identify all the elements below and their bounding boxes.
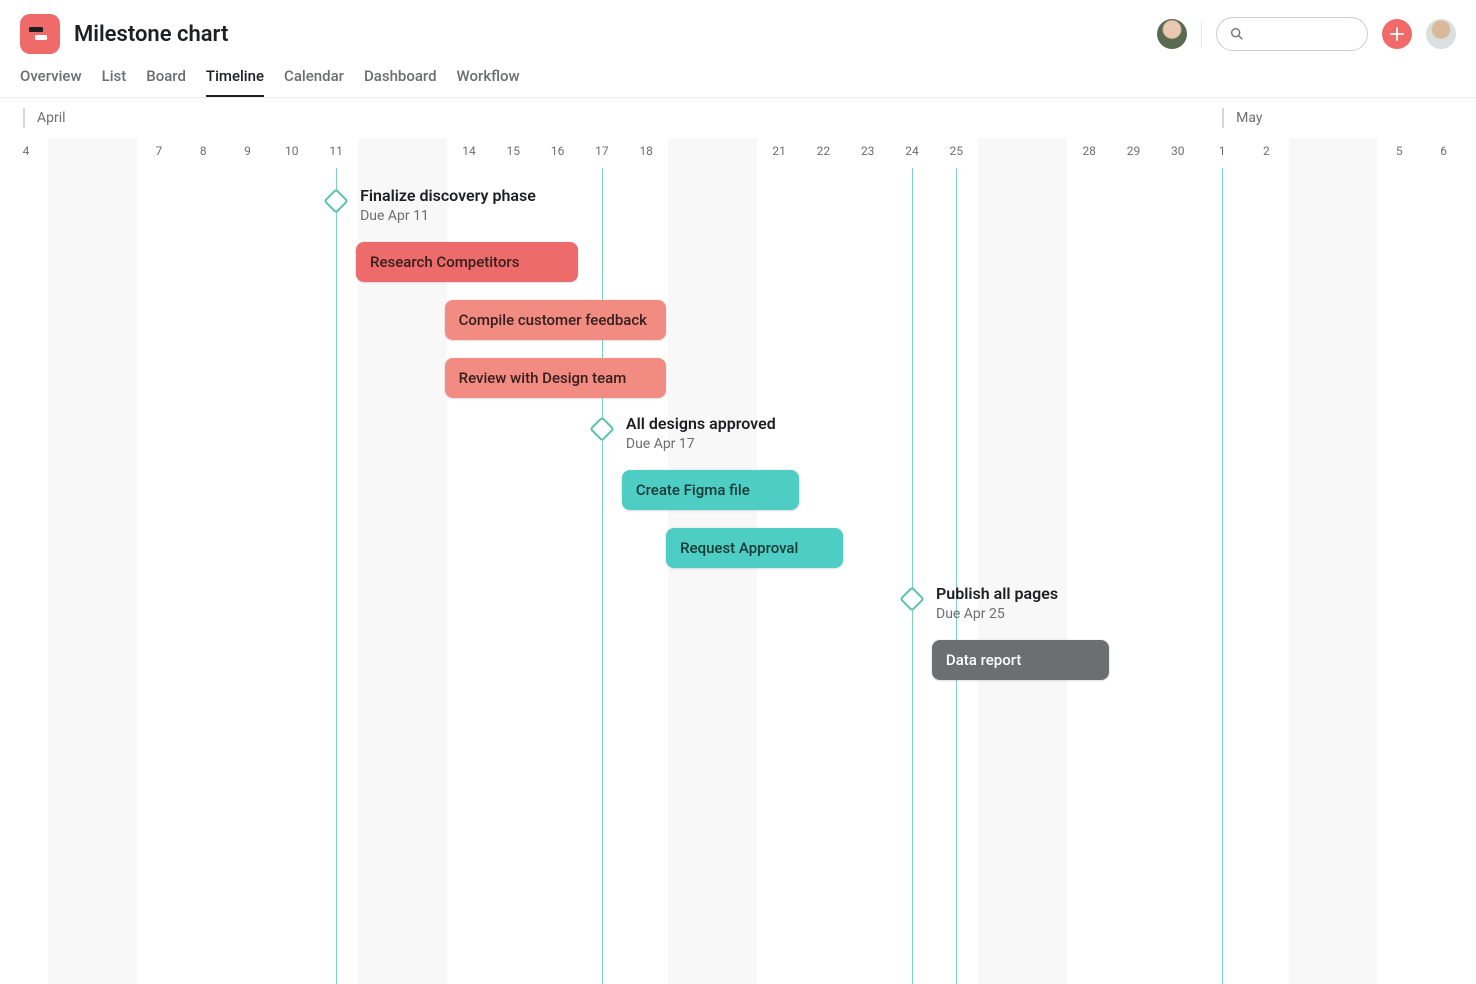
task-row: Review with Design team: [0, 358, 1476, 416]
milestone-row[interactable]: Finalize discovery phaseDue Apr 11: [0, 188, 1476, 242]
day-label: 18: [639, 144, 653, 158]
task-bar[interactable]: Compile customer feedback: [445, 300, 667, 340]
milestone-row[interactable]: All designs approvedDue Apr 17: [0, 416, 1476, 470]
day-label: 25: [950, 144, 964, 158]
day-label: 9: [244, 144, 251, 158]
day-label: 11: [329, 144, 343, 158]
milestone-diamond-icon[interactable]: [899, 586, 924, 611]
milestone-due: Due Apr 25: [936, 605, 1058, 623]
header-right: [1157, 17, 1456, 51]
task-bar[interactable]: Data report: [932, 640, 1109, 680]
day-label: 28: [1082, 144, 1096, 158]
plus-icon: [1390, 27, 1404, 41]
search-input[interactable]: [1216, 17, 1368, 51]
month-label: May: [1222, 110, 1262, 126]
task-label: Review with Design team: [459, 369, 627, 387]
milestone-due: Due Apr 11: [360, 207, 536, 225]
milestone-text[interactable]: Publish all pagesDue Apr 25: [936, 584, 1058, 623]
day-label: 21: [772, 144, 786, 158]
task-row: Data report: [0, 640, 1476, 698]
day-label: 8: [200, 144, 207, 158]
project-icon[interactable]: [20, 14, 60, 54]
day-label: 30: [1171, 144, 1185, 158]
task-bar[interactable]: Review with Design team: [445, 358, 667, 398]
content-rows: Finalize discovery phaseDue Apr 11 Resear…: [0, 188, 1476, 698]
milestone-title: All designs approved: [626, 414, 776, 435]
timeline-icon: [29, 23, 51, 45]
tab-workflow[interactable]: Workflow: [457, 57, 520, 96]
day-label: 22: [817, 144, 831, 158]
member-avatar-1[interactable]: [1157, 19, 1187, 49]
tab-overview[interactable]: Overview: [20, 57, 82, 96]
day-label: 24: [905, 144, 919, 158]
day-label: 1: [1219, 144, 1226, 158]
day-label: 2: [1263, 144, 1270, 158]
timeline[interactable]: AprilMay 4567891011121314151617181920212…: [0, 98, 1476, 984]
search-icon: [1229, 26, 1245, 42]
header: Milestone chart: [0, 0, 1476, 56]
tab-board[interactable]: Board: [146, 57, 186, 96]
day-label: 7: [156, 144, 163, 158]
day-label: 10: [285, 144, 299, 158]
task-bar[interactable]: Request Approval: [666, 528, 843, 568]
user-avatar[interactable]: [1426, 19, 1456, 49]
month-label: April: [23, 110, 66, 126]
task-label: Create Figma file: [636, 481, 750, 499]
day-label: 23: [861, 144, 875, 158]
task-row: Compile customer feedback: [0, 300, 1476, 358]
day-label: 16: [551, 144, 565, 158]
milestone-title: Finalize discovery phase: [360, 186, 536, 207]
day-label: 4: [23, 144, 30, 158]
milestone-diamond-icon[interactable]: [589, 416, 614, 441]
day-label: 15: [507, 144, 521, 158]
day-label: 6: [1440, 144, 1447, 158]
milestone-text[interactable]: Finalize discovery phaseDue Apr 11: [360, 186, 536, 225]
task-row: Request Approval: [0, 528, 1476, 586]
milestone-due: Due Apr 17: [626, 435, 776, 453]
tab-dashboard[interactable]: Dashboard: [364, 57, 437, 96]
day-label: 5: [1396, 144, 1403, 158]
milestone-text[interactable]: All designs approvedDue Apr 17: [626, 414, 776, 453]
task-bar[interactable]: Research Competitors: [356, 242, 578, 282]
milestone-title: Publish all pages: [936, 584, 1058, 605]
task-label: Request Approval: [680, 539, 798, 557]
tab-calendar[interactable]: Calendar: [284, 57, 344, 96]
task-label: Research Competitors: [370, 253, 519, 271]
separator: [1201, 21, 1202, 47]
add-button[interactable]: [1382, 19, 1412, 49]
task-row: Research Competitors: [0, 242, 1476, 300]
month-row: April May: [0, 98, 1476, 138]
tab-list[interactable]: List: [102, 57, 127, 96]
tabs: Overview List Board Timeline Calendar Dashboa…: [0, 56, 1476, 98]
task-row: Create Figma file: [0, 470, 1476, 528]
milestone-row[interactable]: Publish all pagesDue Apr 25: [0, 586, 1476, 640]
day-label: 17: [595, 144, 609, 158]
day-label: 29: [1127, 144, 1141, 158]
day-label: 14: [462, 144, 476, 158]
task-label: Compile customer feedback: [459, 311, 647, 329]
project-title[interactable]: Milestone chart: [74, 22, 228, 47]
tab-timeline[interactable]: Timeline: [206, 57, 264, 96]
task-bar[interactable]: Create Figma file: [622, 470, 799, 510]
task-label: Data report: [946, 651, 1022, 669]
milestone-diamond-icon[interactable]: [323, 188, 348, 213]
